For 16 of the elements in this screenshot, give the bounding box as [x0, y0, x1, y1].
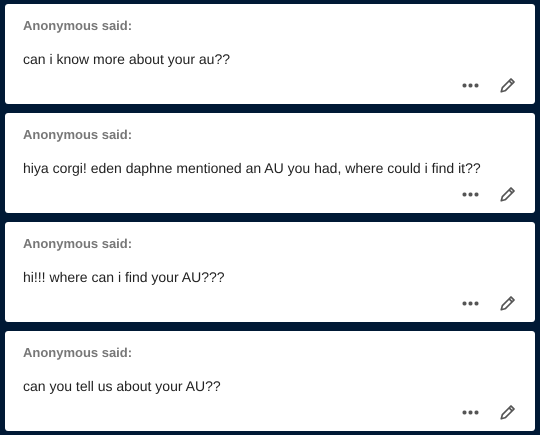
more-icon[interactable] — [462, 192, 479, 196]
more-icon[interactable] — [462, 82, 479, 88]
more-icon[interactable] — [462, 410, 479, 414]
more-icon[interactable] — [462, 300, 479, 306]
asker-name: Anonymous said: — [23, 236, 132, 251]
question-text: can you tell us about your AU?? — [23, 378, 221, 394]
question-text: can i know more about your au?? — [23, 51, 230, 67]
pencil-icon[interactable] — [499, 185, 517, 203]
pencil-icon[interactable] — [499, 294, 517, 312]
pencil-icon[interactable] — [499, 403, 517, 421]
pencil-icon[interactable] — [499, 76, 517, 94]
question-text: hi!!! where can i find your AU??? — [23, 269, 225, 285]
asker-name: Anonymous said: — [23, 18, 132, 33]
asker-name: Anonymous said: — [23, 127, 132, 142]
asker-name: Anonymous said: — [23, 345, 132, 360]
question-text: hiya corgi! eden daphne mentioned an AU you had, where could i find it?? — [23, 160, 481, 176]
